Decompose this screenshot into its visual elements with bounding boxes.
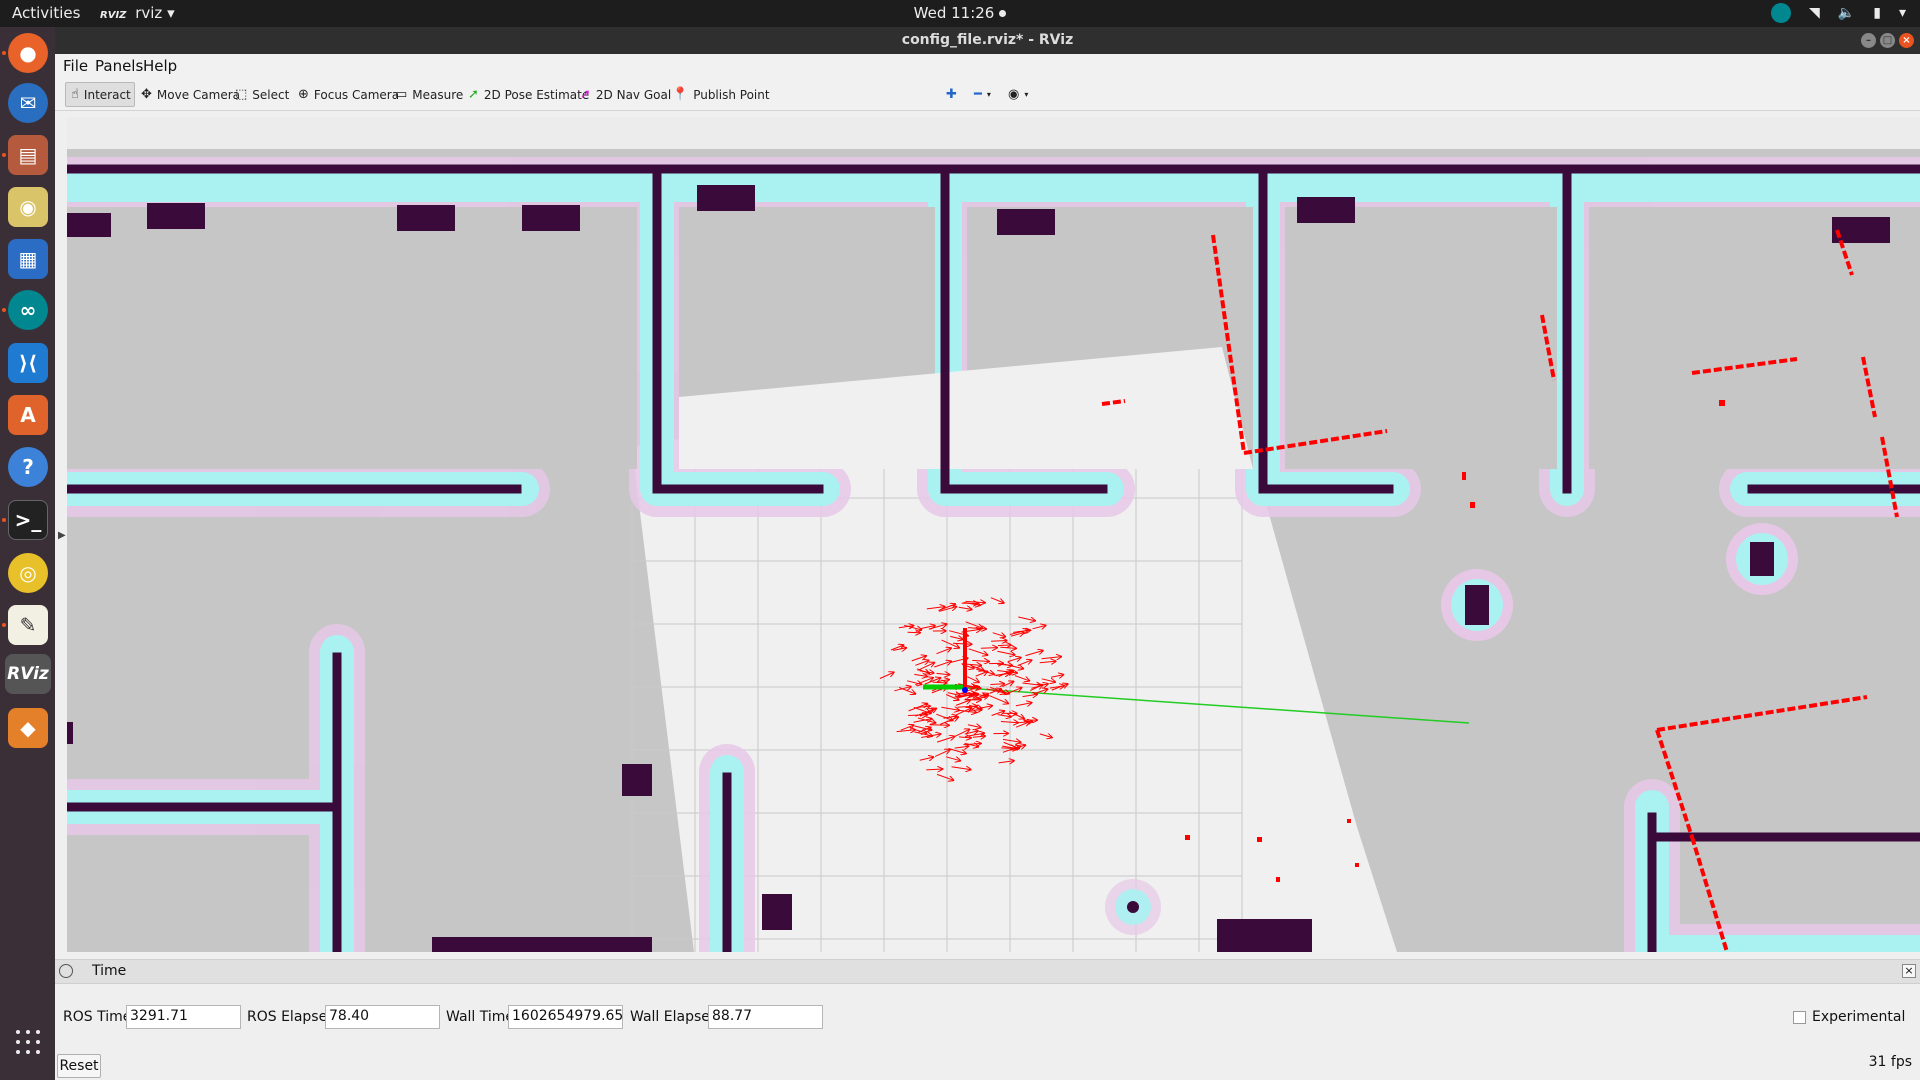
focus-camera-tool-button[interactable]: ⊕ Focus Camera	[293, 82, 404, 107]
writer-icon[interactable]: ▦	[8, 239, 48, 279]
close-icon[interactable]: ×	[1902, 964, 1916, 978]
move-arrows-icon: ✥	[141, 87, 152, 102]
focus-crosshair-icon: ⊕	[298, 87, 309, 102]
chevron-down-icon: ▾	[1024, 90, 1029, 99]
clock[interactable]: Wed 11:26	[0, 4, 1920, 22]
thunderbird-icon[interactable]: ✉	[8, 83, 48, 123]
render-3d-view[interactable]	[67, 117, 1920, 952]
experimental-checkbox[interactable]	[1793, 1011, 1806, 1024]
window-title: config_file.rviz* - RViz	[901, 32, 1074, 48]
reset-button[interactable]: Reset	[57, 1054, 101, 1078]
chrome-icon[interactable]: ◎	[8, 553, 48, 593]
arduino-ide-icon[interactable]: ∞	[8, 290, 48, 330]
vscode-icon[interactable]: ⟩⟨	[8, 343, 48, 383]
measure-tool-button[interactable]: ▭ Measure	[390, 82, 468, 107]
chevron-down-icon: ▾	[986, 90, 991, 99]
left-panel-toggle-icon[interactable]: ▶	[58, 530, 66, 541]
volume-icon: 🔈	[1837, 5, 1856, 21]
arduino-icon[interactable]	[1771, 3, 1792, 23]
publish-point-tool-button[interactable]: 📍 Publish Point	[667, 82, 775, 107]
add-tool-button[interactable]: ✚	[941, 82, 962, 107]
window-titlebar[interactable]: config_file.rviz* - RViz – □ ×	[55, 27, 1920, 54]
running-indicator	[2, 308, 6, 312]
move-camera-tool-button[interactable]: ✥ Move Camera	[136, 82, 245, 107]
menu-file[interactable]: File	[63, 57, 88, 75]
minimize-icon[interactable]: –	[1861, 33, 1876, 48]
battery-icon: ▮	[1873, 5, 1881, 21]
tool-properties-button[interactable]: ◉ ▾	[1003, 82, 1033, 107]
hand-pointer-icon: ☝	[71, 87, 79, 102]
menu-help[interactable]: Help	[143, 57, 177, 75]
nav-goal-label: 2D Nav Goal	[595, 87, 672, 102]
eye-icon: ◉	[1008, 87, 1020, 102]
gazebo-icon[interactable]: ◆	[8, 708, 48, 748]
firefox-icon[interactable]: ●	[8, 33, 48, 73]
particle-pose-arrow	[991, 641, 1007, 642]
gnome-top-bar: Activities RVIZ rviz ▾ Wed 11:26 ◥ 🔈 ▮ ▾	[0, 0, 1920, 27]
rhythmbox-icon[interactable]: ◉	[8, 187, 48, 227]
clock-icon	[59, 964, 73, 978]
rviz-dock-label: RViz	[7, 664, 49, 684]
wall-time-field[interactable]: 1602654979.65	[508, 1005, 623, 1029]
close-icon[interactable]: ×	[1899, 33, 1914, 48]
select-tool-button[interactable]: ⬚ Select	[230, 82, 294, 107]
software-center-icon[interactable]: A	[8, 395, 48, 435]
running-indicator	[2, 153, 6, 157]
rviz-window: config_file.rviz* - RViz – □ × File Pane…	[55, 27, 1920, 1080]
focus-camera-label: Focus Camera	[313, 87, 400, 102]
robot-z-axis	[962, 687, 968, 693]
running-indicator	[2, 51, 6, 55]
particle-pose-arrow	[968, 710, 982, 711]
rviz-dock-icon[interactable]: RViz	[5, 654, 51, 694]
experimental-label: Experimental	[1812, 1009, 1906, 1025]
running-indicator	[2, 518, 6, 522]
wall-elapsed-field[interactable]: 88.77	[708, 1005, 823, 1029]
ubuntu-dock: ● ✉ ▤ ◉ ▦ ∞ ⟩⟨ A ? >_ ◎ ✎ RViz ◆	[0, 27, 55, 1080]
maximize-icon[interactable]: □	[1880, 33, 1895, 48]
select-box-icon: ⬚	[235, 87, 248, 102]
system-tray[interactable]: ◥ 🔈 ▮ ▾	[1771, 3, 1906, 23]
menu-panels[interactable]: Panels	[95, 57, 143, 75]
interact-tool-button[interactable]: ☝ Interact	[65, 82, 135, 107]
time-panel: Time × ROS Time: 3291.71 ROS Elapsed: 78…	[55, 959, 1920, 1080]
particle-pose-arrow	[908, 715, 927, 716]
menu-bar: File Panels Help	[55, 54, 1920, 78]
pose-estimate-label: 2D Pose Estimate	[483, 87, 590, 102]
text-editor-icon[interactable]: ✎	[8, 605, 48, 645]
publish-point-label: Publish Point	[693, 87, 770, 102]
help-icon[interactable]: ?	[8, 447, 48, 487]
select-label: Select	[252, 87, 290, 102]
time-panel-title: Time	[92, 963, 127, 979]
particle-pose-arrow	[990, 684, 1004, 685]
wifi-icon: ◥	[1809, 5, 1820, 21]
notification-dot-icon	[999, 10, 1007, 17]
move-camera-label: Move Camera	[156, 87, 240, 102]
particle-pose-arrow	[980, 648, 997, 649]
power-menu-icon[interactable]: ▾	[1899, 5, 1906, 21]
particle-pose-arrow	[997, 645, 1011, 646]
tool-bar: ☝ Interact ✥ Move Camera ⬚ Select ⊕ Focu…	[55, 78, 1920, 111]
ros-elapsed-field[interactable]: 78.40	[325, 1005, 440, 1029]
green-arrow-icon: ➚	[468, 87, 479, 102]
ruler-icon: ▭	[395, 87, 408, 102]
nav-goal-tool-button[interactable]: ➚ 2D Nav Goal	[575, 82, 676, 107]
interact-label: Interact	[83, 87, 131, 102]
map-top-strip	[67, 117, 1920, 149]
remove-tool-button[interactable]: ━ ▾	[969, 82, 996, 107]
minus-icon: ━	[974, 87, 982, 102]
map-pin-icon: 📍	[672, 87, 689, 102]
plus-icon: ✚	[946, 87, 957, 102]
clock-label: Wed 11:26	[913, 4, 995, 22]
magenta-arrow-icon: ➚	[580, 87, 591, 102]
terminal-icon[interactable]: >_	[8, 500, 48, 540]
fps-readout: 31 fps	[1868, 1054, 1912, 1070]
particle-pose-arrow	[929, 725, 949, 726]
time-panel-header: Time ×	[55, 960, 1920, 984]
files-icon[interactable]: ▤	[8, 135, 48, 175]
running-indicator	[2, 623, 6, 627]
measure-label: Measure	[412, 87, 464, 102]
ros-time-field[interactable]: 3291.71	[126, 1005, 241, 1029]
show-applications-icon[interactable]	[16, 1030, 40, 1054]
